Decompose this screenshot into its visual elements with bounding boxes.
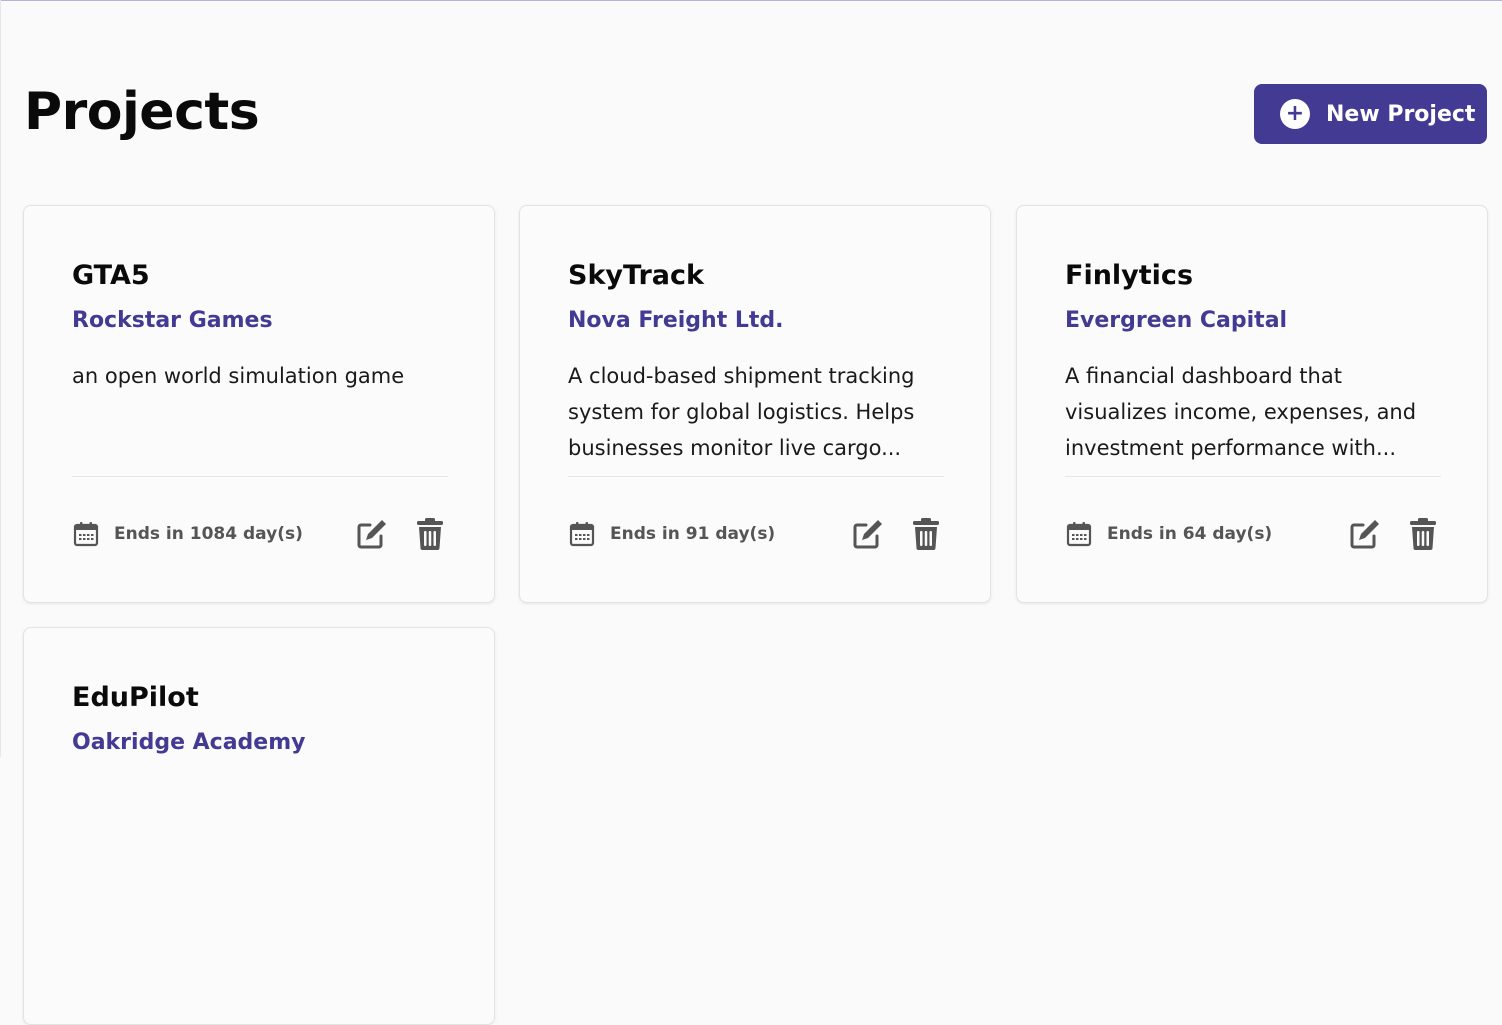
trash-icon	[1410, 518, 1436, 550]
project-name: SkyTrack	[568, 260, 704, 291]
project-name: EduPilot	[72, 682, 199, 713]
left-border	[0, 0, 1, 757]
calendar-icon	[73, 522, 99, 547]
card-footer: Ends in 64 day(s)	[1065, 516, 1441, 552]
calendar-icon	[569, 522, 595, 547]
card-divider	[568, 476, 944, 477]
calendar-icon	[1066, 522, 1092, 547]
due-label: Ends in 64 day(s)	[1107, 524, 1273, 544]
edit-icon	[357, 520, 386, 549]
project-name: GTA5	[72, 260, 150, 291]
edit-icon	[1350, 520, 1379, 549]
card-footer: Ends in 91 day(s)	[568, 516, 944, 552]
project-name: Finlytics	[1065, 260, 1194, 291]
edit-icon	[853, 520, 882, 549]
project-client: Evergreen Capital	[1065, 308, 1288, 333]
card-footer: Ends in 1084 day(s)	[72, 516, 448, 552]
plus-circle-icon: +	[1280, 99, 1310, 129]
due-label: Ends in 1084 day(s)	[114, 524, 303, 544]
project-description: A financial dashboard that visualizes in…	[1065, 364, 1417, 460]
card-divider	[72, 476, 448, 477]
project-card: EduPilot Oakridge Academy	[23, 627, 495, 1025]
delete-button[interactable]	[412, 516, 448, 552]
new-project-label: New Project	[1326, 101, 1476, 127]
edit-button[interactable]	[354, 516, 390, 552]
project-client: Oakridge Academy	[72, 730, 306, 755]
new-project-button[interactable]: + New Project	[1254, 84, 1487, 144]
project-card: SkyTrack Nova Freight Ltd. A cloud-based…	[519, 205, 991, 603]
edit-button[interactable]	[850, 516, 886, 552]
page-title: Projects	[24, 82, 260, 142]
project-card: GTA5 Rockstar Games an open world simula…	[23, 205, 495, 603]
due-label: Ends in 91 day(s)	[610, 524, 776, 544]
card-actions	[1347, 516, 1441, 552]
project-card: Finlytics Evergreen Capital A financial …	[1016, 205, 1488, 603]
delete-button[interactable]	[1405, 516, 1441, 552]
trash-icon	[417, 518, 443, 550]
project-description: A cloud-based shipment tracking system f…	[568, 364, 915, 460]
card-actions	[850, 516, 944, 552]
project-description: an open world simulation game	[72, 364, 405, 388]
delete-button[interactable]	[908, 516, 944, 552]
project-client: Rockstar Games	[72, 308, 273, 333]
top-border	[0, 0, 1502, 1]
card-divider	[1065, 476, 1441, 477]
edit-button[interactable]	[1347, 516, 1383, 552]
trash-icon	[913, 518, 939, 550]
project-client: Nova Freight Ltd.	[568, 308, 784, 333]
card-actions	[354, 516, 448, 552]
